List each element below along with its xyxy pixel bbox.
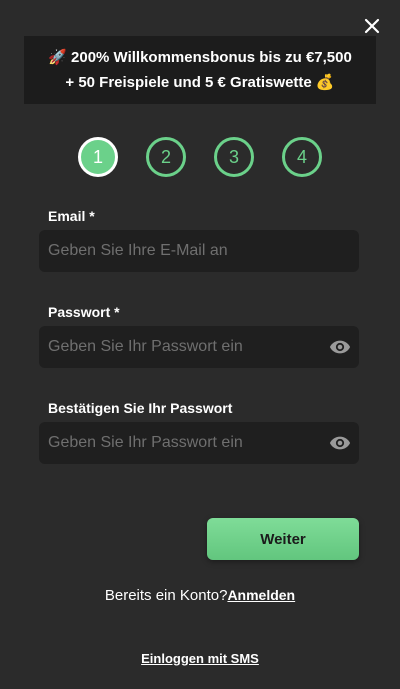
next-button[interactable]: Weiter: [207, 518, 359, 560]
login-link[interactable]: Anmelden: [227, 587, 295, 603]
password-field-wrapper: [39, 326, 359, 368]
confirm-password-field-wrapper: [39, 422, 359, 464]
email-label: Email *: [48, 208, 95, 224]
promo-line-2: + 50 Freispiele und 5 € Gratiswette 💰: [65, 70, 334, 95]
step-3: 3: [214, 137, 254, 177]
sms-login-link[interactable]: Einloggen mit SMS: [0, 651, 400, 666]
promo-text-2: + 50 Freispiele und 5 € Gratiswette: [65, 74, 316, 91]
step-4: 4: [282, 137, 322, 177]
password-field[interactable]: [39, 326, 329, 368]
email-field[interactable]: [39, 230, 359, 272]
step-2: 2: [146, 137, 186, 177]
confirm-password-label: Bestätigen Sie Ihr Passwort: [48, 400, 233, 416]
step-indicator: 1 2 3 4: [0, 137, 400, 177]
close-icon: [364, 18, 380, 34]
eye-icon[interactable]: [329, 336, 351, 358]
promo-banner: 🚀 200% Willkommensbonus bis zu €7,500 + …: [24, 36, 376, 104]
password-label: Passwort *: [48, 304, 120, 320]
step-1: 1: [78, 137, 118, 177]
close-button[interactable]: [362, 16, 382, 36]
login-prompt: Bereits ein Konto?Anmelden: [0, 587, 400, 604]
promo-line-1: 🚀 200% Willkommensbonus bis zu €7,500: [48, 45, 352, 70]
have-account-text: Bereits ein Konto?: [104, 587, 228, 604]
email-field-wrapper: [39, 230, 359, 272]
rocket-icon: 🚀: [48, 48, 67, 66]
promo-text-1: 200% Willkommensbonus bis zu €7,500: [66, 49, 352, 66]
confirm-password-field[interactable]: [39, 422, 329, 464]
money-bag-icon: 💰: [315, 73, 335, 91]
eye-icon[interactable]: [329, 432, 351, 454]
